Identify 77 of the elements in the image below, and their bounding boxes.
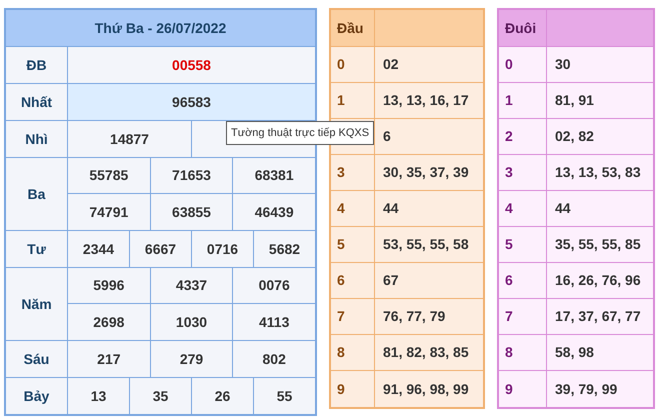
digit-label: 3 <box>505 163 513 182</box>
prize-label: Nhì <box>25 130 48 148</box>
number-list: 58, 98 <box>555 342 594 363</box>
prize-number: 217 <box>97 350 121 368</box>
number-list: 17, 37, 67, 77 <box>555 306 641 327</box>
digit-label: 8 <box>337 343 345 362</box>
number-list: 76, 77, 79 <box>383 306 446 327</box>
prize-number: 2344 <box>82 240 114 258</box>
date-heading: Thứ Ba - 26/07/2022 <box>94 18 226 38</box>
prize-number: 13 <box>90 386 106 406</box>
digit-label: 7 <box>337 307 345 326</box>
number-list: 13, 13, 16, 17 <box>383 90 469 111</box>
digit-label: 1 <box>505 91 513 110</box>
prize-number: 279 <box>180 350 204 368</box>
prize-label: Ba <box>28 184 46 204</box>
number-list: 81, 82, 83, 85 <box>383 342 469 363</box>
prize-label: Năm <box>21 294 52 314</box>
prize-number: 96583 <box>172 92 211 112</box>
column-heading: Đuôi <box>505 18 536 38</box>
prize-number: 5996 <box>93 276 124 295</box>
digit-label: 3 <box>337 163 345 182</box>
digit-label: 8 <box>505 343 513 362</box>
prize-number: 68381 <box>254 166 294 185</box>
prize-label: Tư <box>27 240 46 258</box>
prize-label: Nhất <box>20 92 52 112</box>
prize-number: 0076 <box>258 276 290 295</box>
prize-label: Bảy <box>24 386 50 406</box>
number-list: 6 <box>383 126 391 147</box>
prize-number: 14877 <box>110 130 149 148</box>
number-list: 35, 55, 55, 85 <box>555 234 641 255</box>
number-list: 39, 79, 99 <box>555 378 618 400</box>
prize-number: 26 <box>214 386 230 406</box>
digit-label: 9 <box>337 380 345 398</box>
prize-number: 63855 <box>172 202 211 222</box>
prize-label: ĐB <box>26 56 47 74</box>
prize-number: 55785 <box>89 166 128 185</box>
prize-number: 6667 <box>144 240 176 258</box>
prize-number: 4113 <box>258 312 290 332</box>
digit-label: 0 <box>337 55 345 74</box>
number-list: 30, 35, 37, 39 <box>383 162 469 183</box>
prize-number: 1030 <box>176 312 208 332</box>
number-list: 67 <box>383 270 399 291</box>
digit-label: 9 <box>505 380 513 398</box>
digit-label: 7 <box>505 307 513 326</box>
digit-label: 0 <box>505 55 513 74</box>
prize-number: 35 <box>152 386 168 406</box>
prize-number: 55 <box>276 386 292 406</box>
number-list: 02, 82 <box>555 126 594 147</box>
number-list: 13, 13, 53, 83 <box>555 162 641 183</box>
prize-number: 74791 <box>89 202 128 222</box>
number-list: 91, 96, 98, 99 <box>383 378 469 400</box>
digit-label: 6 <box>337 271 345 290</box>
number-list: 44 <box>555 198 571 219</box>
prize-number: 802 <box>262 350 286 368</box>
digit-label: 1 <box>337 91 345 110</box>
digit-label: 2 <box>505 127 513 146</box>
tooltip: Tường thuật trực tiếp KQXS <box>226 121 374 145</box>
prize-number: 4337 <box>176 276 208 295</box>
digit-label: 5 <box>337 235 345 254</box>
prize-label: Sáu <box>24 350 50 368</box>
prize-number: 0716 <box>206 240 238 258</box>
number-list: 53, 55, 55, 58 <box>383 234 469 255</box>
digit-label: 4 <box>337 199 345 218</box>
digit-label: 5 <box>505 235 513 254</box>
column-heading: Đầu <box>337 18 364 38</box>
number-list: 02 <box>383 54 399 75</box>
digit-label: 4 <box>505 199 513 218</box>
prize-number: 5682 <box>268 240 300 258</box>
number-list: 16, 26, 76, 96 <box>555 270 641 291</box>
prize-number: 46439 <box>254 202 294 222</box>
number-list: 44 <box>383 198 399 219</box>
digit-label: 6 <box>505 271 513 290</box>
prize-number: 2698 <box>93 312 124 332</box>
number-list: 30 <box>555 54 571 75</box>
prize-number: 71653 <box>172 166 211 185</box>
number-list: 81, 91 <box>555 90 594 111</box>
prize-number: 00558 <box>172 56 211 74</box>
